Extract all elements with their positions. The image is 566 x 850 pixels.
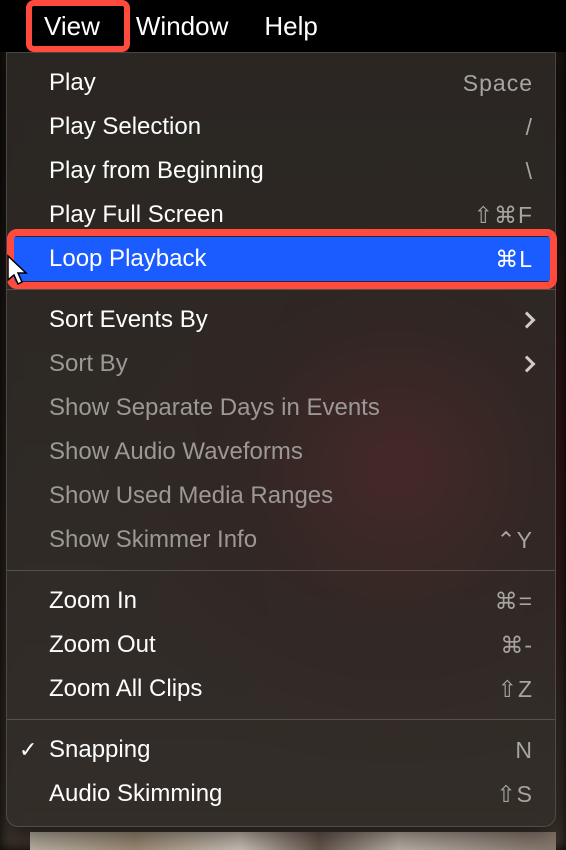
- menu-item-zoom-out[interactable]: Zoom Out ⌘-: [7, 623, 555, 667]
- menu-item-play-from-beginning[interactable]: Play from Beginning \: [7, 149, 555, 193]
- menu-item-shortcut: ⇧⌘F: [474, 202, 533, 229]
- menu-item-sort-by: Sort By: [7, 342, 555, 386]
- menu-item-label: Show Used Media Ranges: [49, 482, 533, 510]
- menu-item-show-audio-waveforms: Show Audio Waveforms: [7, 430, 555, 474]
- menubar: View Window Help: [0, 0, 566, 52]
- view-menu-dropdown: Play Space Play Selection / Play from Be…: [6, 52, 556, 827]
- menu-item-shortcut: ⇧S: [496, 781, 533, 808]
- menu-item-audio-skimming[interactable]: Audio Skimming ⇧S: [7, 772, 555, 816]
- menu-item-label: Zoom All Clips: [49, 675, 498, 703]
- menubar-item-window[interactable]: Window: [118, 0, 246, 52]
- menu-item-label: Show Audio Waveforms: [49, 438, 533, 466]
- menu-item-play-selection[interactable]: Play Selection /: [7, 105, 555, 149]
- menu-item-shortcut: Space: [463, 70, 533, 97]
- menu-item-label: Snapping: [49, 736, 515, 764]
- checkmark-icon: ✓: [19, 737, 37, 763]
- menu-item-shortcut: ⌘-: [500, 632, 533, 659]
- menu-item-label: Show Skimmer Info: [49, 526, 496, 554]
- menu-item-label: Zoom Out: [49, 631, 500, 659]
- menu-item-label: Audio Skimming: [49, 780, 496, 808]
- menu-item-shortcut: ⌘L: [495, 246, 533, 273]
- menu-item-loop-playback[interactable]: Loop Playback ⌘L: [7, 237, 555, 281]
- menu-item-play-full-screen[interactable]: Play Full Screen ⇧⌘F: [7, 193, 555, 237]
- menu-item-zoom-in[interactable]: Zoom In ⌘=: [7, 579, 555, 623]
- menu-item-label: Sort Events By: [49, 306, 521, 334]
- menu-separator: [7, 289, 555, 290]
- menu-item-label: Sort By: [49, 350, 521, 378]
- menu-item-label: Play Full Screen: [49, 201, 474, 229]
- menu-item-play[interactable]: Play Space: [7, 61, 555, 105]
- menubar-item-help[interactable]: Help: [246, 0, 335, 52]
- menu-separator: [7, 719, 555, 720]
- menu-item-label: Play: [49, 69, 463, 97]
- menu-item-zoom-all-clips[interactable]: Zoom All Clips ⇧Z: [7, 667, 555, 711]
- menu-item-shortcut: ⇧Z: [498, 676, 533, 703]
- chevron-right-icon: [519, 356, 536, 373]
- menu-item-shortcut: ⌘=: [495, 588, 533, 615]
- menu-separator: [7, 570, 555, 571]
- menu-item-label: Loop Playback: [49, 245, 495, 273]
- menu-item-shortcut: \: [526, 158, 533, 185]
- menu-item-sort-events-by[interactable]: Sort Events By: [7, 298, 555, 342]
- menu-item-label: Play Selection: [49, 113, 526, 141]
- menu-item-label: Show Separate Days in Events: [49, 394, 533, 422]
- menubar-item-view[interactable]: View: [26, 0, 118, 52]
- chevron-right-icon: [519, 312, 536, 329]
- menu-item-shortcut: ⌃Y: [496, 527, 533, 554]
- menu-item-label: Play from Beginning: [49, 157, 526, 185]
- menu-item-show-separate-days: Show Separate Days in Events: [7, 386, 555, 430]
- menu-item-show-skimmer-info: Show Skimmer Info ⌃Y: [7, 518, 555, 562]
- menu-item-shortcut: N: [515, 737, 533, 764]
- menu-item-show-used-media-ranges: Show Used Media Ranges: [7, 474, 555, 518]
- menu-item-shortcut: /: [526, 114, 533, 141]
- timeline-strip: [30, 832, 556, 850]
- menu-item-label: Zoom In: [49, 587, 495, 615]
- menu-item-snapping[interactable]: ✓ Snapping N: [7, 728, 555, 772]
